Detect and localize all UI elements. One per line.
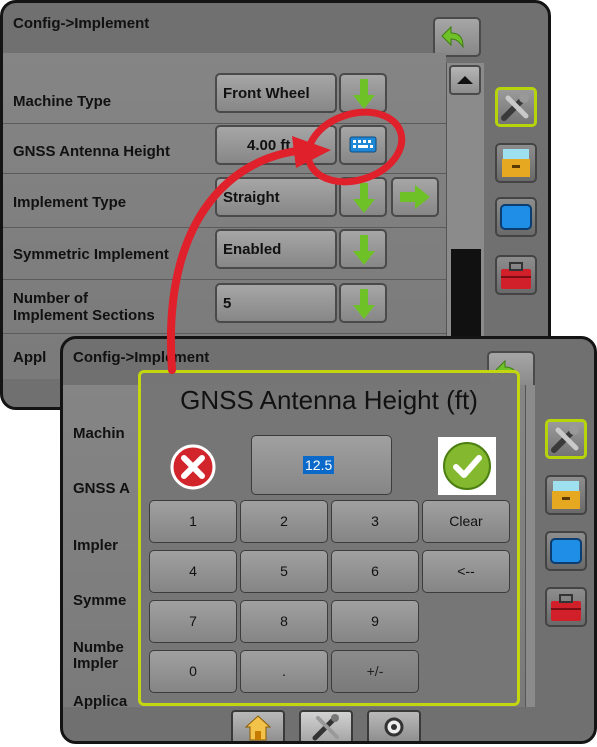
machine-type-label: Machine Type: [13, 93, 112, 110]
value-text: 12.5: [303, 456, 335, 474]
keypad-dialog: GNSS Antenna Height (ft) 12.5 1 2 3 Clea…: [138, 370, 520, 706]
display-icon: [550, 538, 582, 564]
row-divider: [3, 279, 446, 280]
symmetric-implement-label: Symmetric Implement: [13, 246, 169, 263]
back-arrow-icon: [441, 25, 464, 49]
tools-icon: [312, 714, 339, 741]
gnss-antenna-height-value[interactable]: 4.00 ft: [215, 125, 337, 165]
tab-toolbox[interactable]: [495, 255, 537, 295]
triangle-up-icon: [457, 76, 473, 84]
keyboard-button[interactable]: [339, 125, 387, 165]
row-divider: [3, 227, 446, 228]
implement-type-next-button[interactable]: [391, 177, 439, 217]
application-label: Appl: [13, 349, 47, 366]
scrollbar[interactable]: [446, 63, 484, 383]
green-down-arrow-icon: [353, 79, 375, 109]
number-label-partial-line1: Numbe: [73, 639, 124, 656]
config-button[interactable]: [299, 710, 353, 741]
keyboard-icon: [349, 136, 377, 153]
symmetric-label-partial: Symme: [73, 592, 127, 609]
cancel-x-icon: [170, 444, 216, 490]
dialog-title: GNSS Antenna Height (ft): [180, 385, 478, 415]
tools-icon: [501, 93, 529, 121]
row-divider: [3, 173, 446, 174]
key-3[interactable]: 3: [331, 500, 419, 543]
tab-tools[interactable]: [495, 87, 537, 127]
gnss-antenna-height-label: GNSS Antenna Height: [13, 143, 170, 160]
key-0[interactable]: 0: [149, 650, 237, 693]
number-label-partial-line2: Impler: [73, 655, 119, 672]
guidance-button[interactable]: [367, 710, 421, 741]
number-of-sections-label: Number of Implement Sections: [13, 290, 155, 324]
settings-list: Machine Type Front Wheel GNSS Antenna He…: [3, 53, 446, 379]
key-8[interactable]: 8: [240, 600, 328, 643]
toolbox-icon: [551, 594, 581, 621]
green-right-arrow-icon: [400, 185, 430, 209]
key-2[interactable]: 2: [240, 500, 328, 543]
key-5[interactable]: 5: [240, 550, 328, 593]
back-button[interactable]: [433, 17, 481, 57]
confirm-check-icon: [443, 442, 491, 490]
scrollbar[interactable]: [525, 385, 535, 707]
home-icon: [244, 715, 272, 741]
machine-type-dropdown-button[interactable]: [339, 73, 387, 113]
number-of-sections-dropdown-button[interactable]: [339, 283, 387, 323]
toolbox-icon: [501, 262, 531, 289]
symmetric-implement-value[interactable]: Enabled: [215, 229, 337, 269]
tab-file-cabinet[interactable]: [545, 475, 587, 515]
home-button[interactable]: [231, 710, 285, 741]
row-divider: [3, 123, 446, 124]
tab-display[interactable]: [495, 197, 537, 237]
tab-file-cabinet[interactable]: [495, 143, 537, 183]
file-cabinet-icon: [552, 481, 580, 509]
machine-type-value[interactable]: Front Wheel: [215, 73, 337, 113]
machine-label-partial: Machin: [73, 425, 125, 442]
breadcrumb: Config->Implement: [73, 349, 210, 366]
number-of-sections-value[interactable]: 5: [215, 283, 337, 323]
tools-icon: [551, 425, 579, 453]
tab-tools[interactable]: [545, 419, 587, 459]
key-clear[interactable]: Clear: [422, 500, 510, 543]
symmetric-implement-dropdown-button[interactable]: [339, 229, 387, 269]
cancel-button[interactable]: [169, 443, 217, 491]
application-label-partial: Applica: [73, 693, 128, 710]
green-down-arrow-icon: [353, 183, 375, 213]
file-cabinet-icon: [502, 149, 530, 177]
key-decimal[interactable]: .: [240, 650, 328, 693]
tab-display[interactable]: [545, 531, 587, 571]
scroll-up-button[interactable]: [449, 65, 481, 95]
breadcrumb: Config->Implement: [13, 15, 150, 32]
key-6[interactable]: 6: [331, 550, 419, 593]
number-of-sections-label-line2: Implement Sections: [13, 307, 155, 324]
gauge-icon: [384, 717, 404, 737]
key-4[interactable]: 4: [149, 550, 237, 593]
scroll-thumb[interactable]: [451, 249, 481, 339]
display-icon: [500, 204, 532, 230]
gnss-label-partial: GNSS A: [73, 480, 130, 497]
number-of-sections-label-line1: Number of: [13, 290, 88, 307]
green-down-arrow-icon: [353, 289, 375, 319]
key-1[interactable]: 1: [149, 500, 237, 543]
implement-type-label: Implement Type: [13, 194, 127, 211]
tab-toolbox[interactable]: [545, 587, 587, 627]
key-9[interactable]: 9: [331, 600, 419, 643]
key-plus-minus[interactable]: +/-: [331, 650, 419, 693]
key-backspace[interactable]: <--: [422, 550, 510, 593]
implement-type-value[interactable]: Straight: [215, 177, 337, 217]
green-down-arrow-icon: [353, 235, 375, 265]
implement-type-label-partial: Impler: [73, 537, 119, 554]
key-7[interactable]: 7: [149, 600, 237, 643]
value-display[interactable]: 12.5: [251, 435, 392, 495]
confirm-button[interactable]: [438, 437, 496, 495]
row-divider: [3, 333, 446, 334]
implement-type-dropdown-button[interactable]: [339, 177, 387, 217]
